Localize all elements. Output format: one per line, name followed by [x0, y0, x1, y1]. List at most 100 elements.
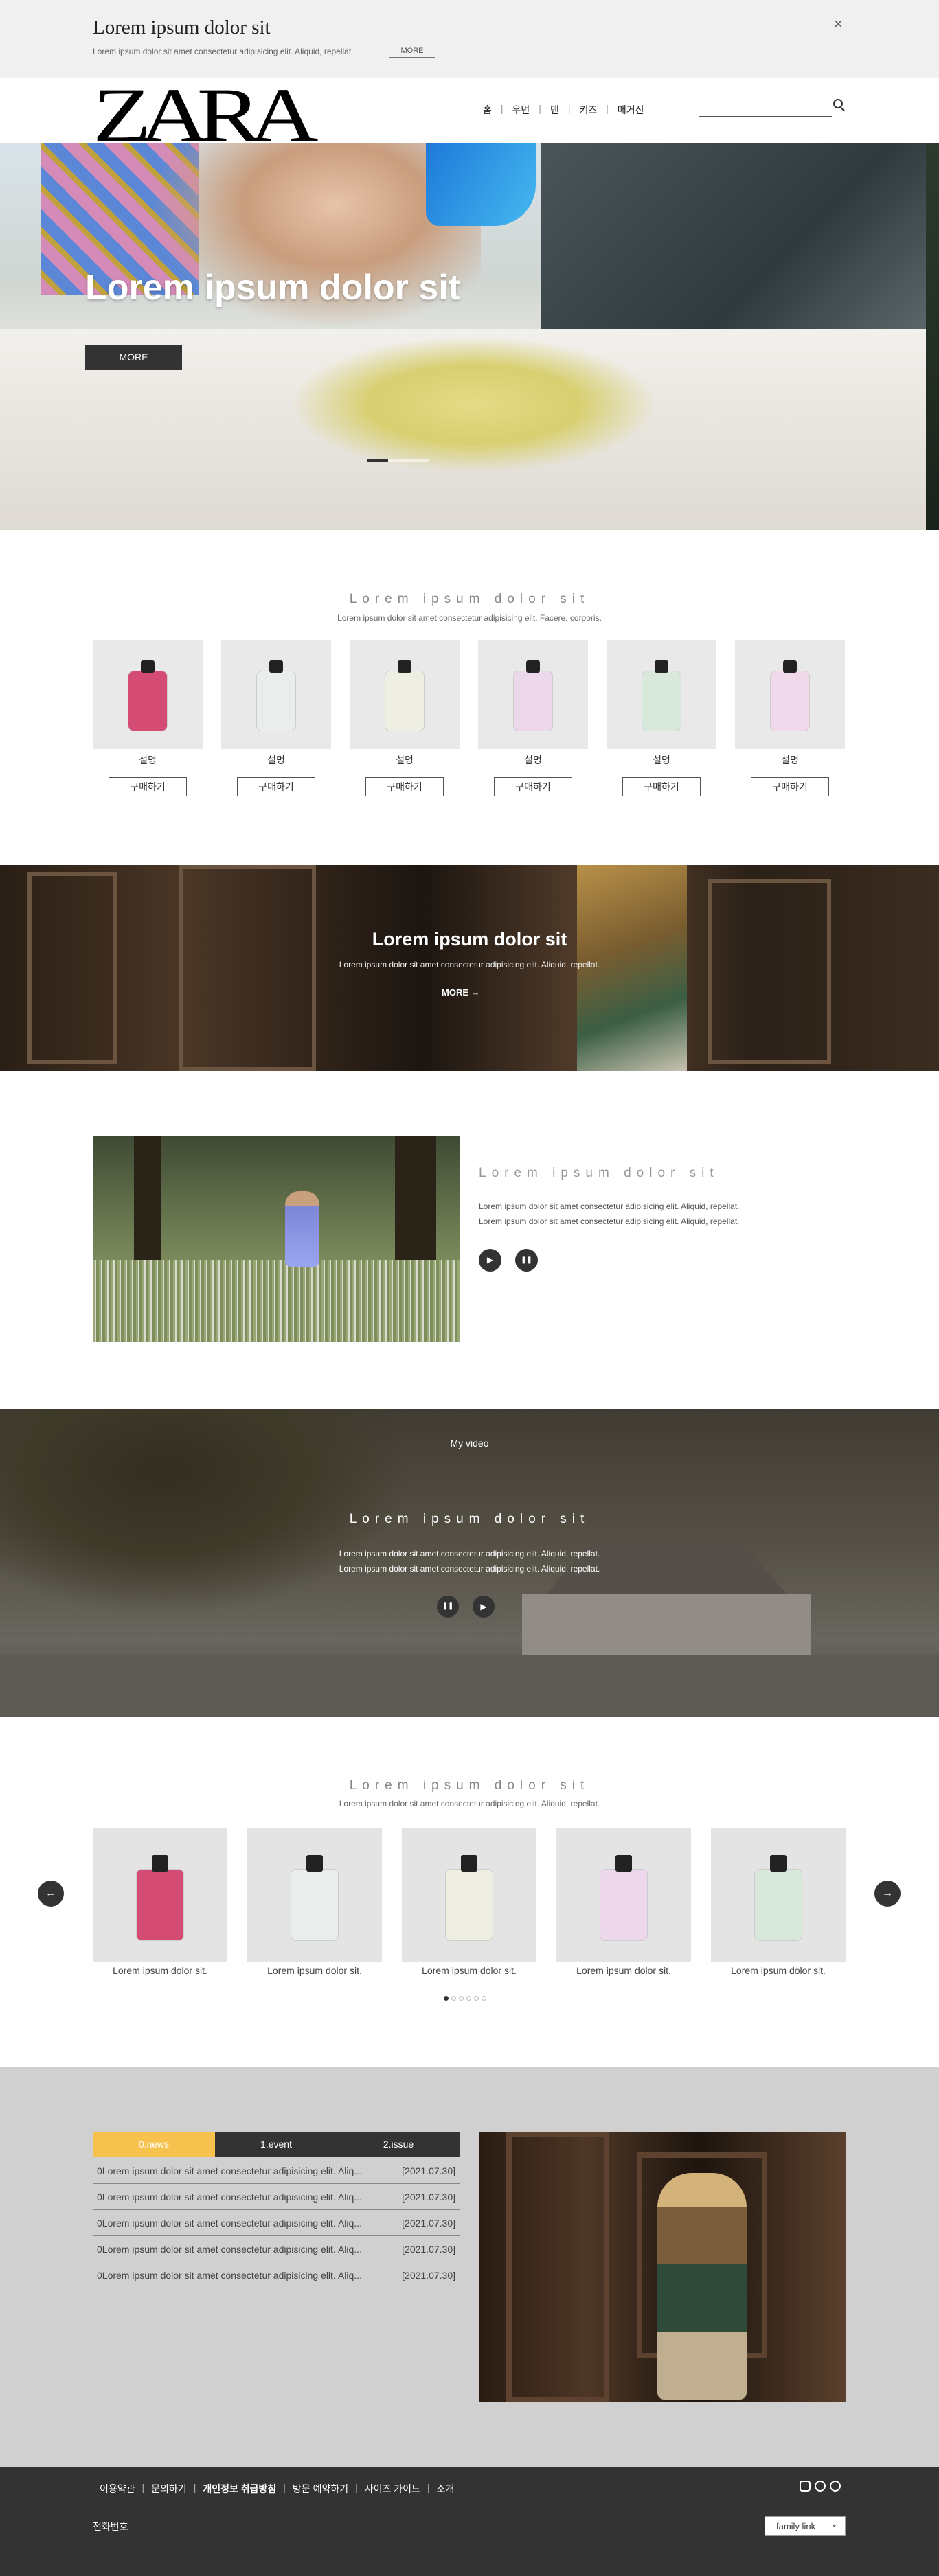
- footer-link-privacy[interactable]: 개인정보 취급방침: [196, 2482, 283, 2496]
- tab-event[interactable]: 1.event: [215, 2132, 337, 2157]
- hero-dot[interactable]: [388, 459, 409, 462]
- bottle-image: [291, 1869, 339, 1941]
- slide-card[interactable]: Lorem ipsum dolor sit.: [556, 1828, 691, 1976]
- slide-caption: Lorem ipsum dolor sit.: [267, 1965, 362, 1976]
- play-button[interactable]: ▶: [473, 1596, 495, 1618]
- slide-image[interactable]: [247, 1828, 382, 1962]
- nav-kids[interactable]: 키즈: [570, 103, 606, 117]
- news-title[interactable]: 0Lorem ipsum dolor sit amet consectetur …: [97, 2165, 362, 2176]
- news-title[interactable]: 0Lorem ipsum dolor sit amet consectetur …: [97, 2192, 362, 2203]
- slider-dot[interactable]: [466, 1996, 471, 2001]
- news-title[interactable]: 0Lorem ipsum dolor sit amet consectetur …: [97, 2270, 362, 2281]
- product-image[interactable]: [735, 640, 845, 749]
- slider-dot[interactable]: [444, 1996, 449, 2001]
- product-image[interactable]: [607, 640, 716, 749]
- hero-more-button[interactable]: MORE: [85, 345, 182, 370]
- product-image[interactable]: [350, 640, 460, 749]
- footer-link-visit[interactable]: 방문 예약하기: [286, 2482, 355, 2496]
- play-button[interactable]: ▶: [479, 1249, 501, 1272]
- github-icon[interactable]: [830, 2481, 841, 2492]
- product-card[interactable]: 설명 구매하기: [607, 640, 716, 796]
- social-icons: [800, 2481, 841, 2492]
- nav-home[interactable]: 홈: [474, 103, 501, 117]
- video2-text: Lorem ipsum dolor sit amet consectetur a…: [339, 1564, 600, 1574]
- news-row[interactable]: 0Lorem ipsum dolor sit amet consectetur …: [93, 2158, 460, 2184]
- slide-caption: Lorem ipsum dolor sit.: [113, 1965, 207, 1976]
- feature-more-link[interactable]: MORE →: [442, 987, 480, 998]
- slide-card[interactable]: Lorem ipsum dolor sit.: [402, 1828, 536, 1976]
- hero-banner: Lorem ipsum dolor sit MORE: [0, 143, 926, 530]
- nav-women[interactable]: 우먼: [504, 103, 539, 117]
- instagram-icon[interactable]: [800, 2481, 811, 2492]
- logo[interactable]: ZARA: [93, 77, 319, 154]
- top-banner-more-button[interactable]: MORE: [389, 45, 435, 58]
- slide-caption: Lorem ipsum dolor sit.: [576, 1965, 671, 1976]
- news-row[interactable]: 0Lorem ipsum dolor sit amet consectetur …: [93, 2184, 460, 2210]
- bottle-image: [600, 1869, 648, 1941]
- product-image[interactable]: [478, 640, 588, 749]
- bottle-cap: [461, 1855, 477, 1872]
- slider-dot[interactable]: [474, 1996, 479, 2001]
- slide-image[interactable]: [402, 1828, 536, 1962]
- footer-link-terms[interactable]: 이용약관: [93, 2482, 142, 2496]
- video2-text: Lorem ipsum dolor sit amet consectetur a…: [339, 1549, 600, 1559]
- tab-issue[interactable]: 2.issue: [337, 2132, 460, 2157]
- slide-card[interactable]: Lorem ipsum dolor sit.: [93, 1828, 227, 1976]
- next-arrow-icon[interactable]: →: [874, 1881, 901, 1907]
- tab-news[interactable]: 0.news: [93, 2132, 215, 2157]
- news-title[interactable]: 0Lorem ipsum dolor sit amet consectetur …: [97, 2218, 362, 2229]
- bottle-cap: [526, 660, 540, 673]
- hero-dot[interactable]: [367, 459, 388, 462]
- bottle-cap: [269, 660, 283, 673]
- buy-button[interactable]: 구매하기: [109, 777, 187, 796]
- buy-button[interactable]: 구매하기: [494, 777, 572, 796]
- product-label: 설명: [139, 755, 157, 766]
- slider-dot[interactable]: [451, 1996, 456, 2001]
- nav-men[interactable]: 맨: [541, 103, 568, 117]
- news-row[interactable]: 0Lorem ipsum dolor sit amet consectetur …: [93, 2210, 460, 2236]
- slide-image[interactable]: [93, 1828, 227, 1962]
- product-card[interactable]: 설명 구매하기: [478, 640, 588, 796]
- nav-magazine[interactable]: 매거진: [609, 103, 653, 117]
- slide-card[interactable]: Lorem ipsum dolor sit.: [247, 1828, 382, 1976]
- buy-button[interactable]: 구매하기: [622, 777, 701, 796]
- video-player[interactable]: [93, 1136, 460, 1342]
- product-card[interactable]: 설명 구매하기: [350, 640, 460, 796]
- slide-card[interactable]: Lorem ipsum dolor sit.: [711, 1828, 846, 1976]
- buy-button[interactable]: 구매하기: [237, 777, 315, 796]
- product-card[interactable]: 설명 구매하기: [221, 640, 331, 796]
- hero-pagination: [367, 459, 429, 462]
- product-image[interactable]: [221, 640, 331, 749]
- footer-link-contact[interactable]: 문의하기: [144, 2482, 194, 2496]
- slider-dot[interactable]: [482, 1996, 486, 2001]
- footer-link-size[interactable]: 사이즈 가이드: [358, 2482, 427, 2496]
- search-icon[interactable]: [833, 99, 843, 108]
- slide-image[interactable]: [556, 1828, 691, 1962]
- chat-icon[interactable]: [815, 2481, 826, 2492]
- news-list: 0Lorem ipsum dolor sit amet consectetur …: [93, 2158, 460, 2288]
- bottle-cap: [152, 1855, 168, 1872]
- news-row[interactable]: 0Lorem ipsum dolor sit amet consectetur …: [93, 2236, 460, 2262]
- family-link-select[interactable]: family link: [765, 2514, 846, 2536]
- product-image[interactable]: [93, 640, 203, 749]
- news-title[interactable]: 0Lorem ipsum dolor sit amet consectetur …: [97, 2244, 362, 2255]
- pause-button[interactable]: ❚❚: [437, 1596, 459, 1618]
- search-input[interactable]: [699, 102, 832, 117]
- hero-dot[interactable]: [409, 459, 429, 462]
- bottle-image: [754, 1869, 802, 1941]
- close-icon[interactable]: ×: [834, 15, 843, 33]
- news-photo: [479, 2132, 846, 2402]
- video2-heading: Lorem ipsum dolor sit: [349, 1512, 590, 1526]
- pause-button[interactable]: ❚❚: [515, 1249, 538, 1272]
- buy-button[interactable]: 구매하기: [751, 777, 829, 796]
- footer-link-about[interactable]: 소개: [430, 2482, 462, 2496]
- product-card[interactable]: 설명 구매하기: [735, 640, 845, 796]
- bottle-image: [770, 671, 810, 731]
- buy-button[interactable]: 구매하기: [365, 777, 444, 796]
- slider-heading: Lorem ipsum dolor sit: [349, 1778, 590, 1793]
- news-row[interactable]: 0Lorem ipsum dolor sit amet consectetur …: [93, 2262, 460, 2288]
- slide-image[interactable]: [711, 1828, 846, 1962]
- prev-arrow-icon[interactable]: ←: [38, 1881, 64, 1907]
- slider-dot[interactable]: [459, 1996, 464, 2001]
- product-card[interactable]: 설명 구매하기: [93, 640, 203, 796]
